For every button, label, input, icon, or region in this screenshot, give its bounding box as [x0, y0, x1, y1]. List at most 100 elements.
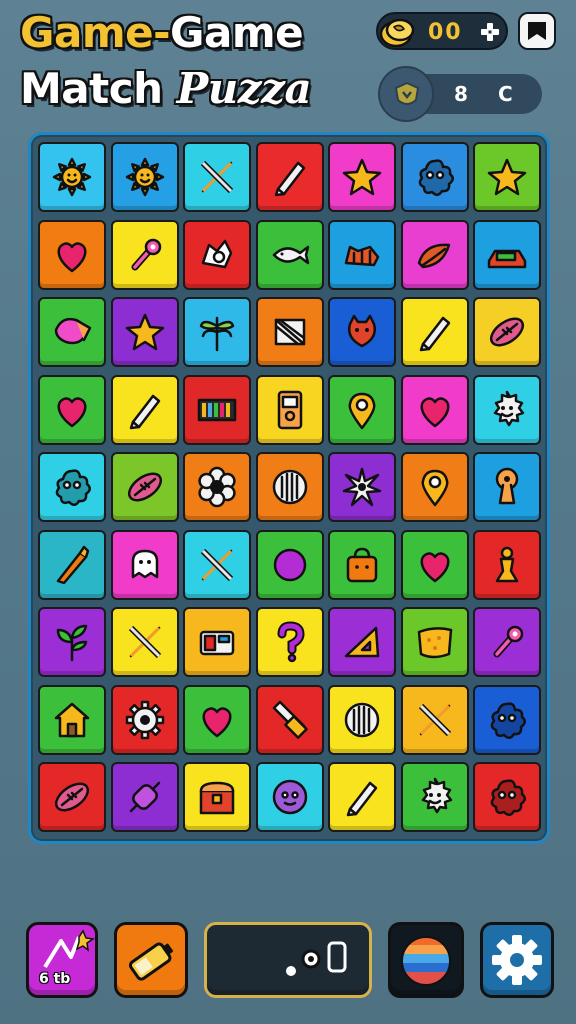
tile-radio[interactable]: [183, 607, 251, 677]
tile-candy[interactable]: [110, 762, 179, 832]
cross-tools-icon: [418, 703, 451, 736]
tile-car[interactable]: [473, 219, 541, 290]
tile-star[interactable]: [473, 142, 541, 212]
star-icon: [342, 158, 382, 196]
tile-house[interactable]: [38, 684, 106, 755]
wrench-icon: [493, 625, 524, 658]
tile-cat[interactable]: [328, 297, 396, 367]
plus-icon[interactable]: [478, 20, 502, 44]
tile-blob[interactable]: [473, 762, 541, 832]
grill-icon: [272, 469, 307, 505]
tile-leaf[interactable]: [400, 219, 469, 290]
dragon-icon: [201, 239, 233, 268]
heart-icon: [57, 396, 87, 427]
bars-icon: [197, 398, 237, 421]
planet-button[interactable]: [388, 922, 464, 998]
dots-icon: [286, 941, 347, 976]
tile-dragon[interactable]: [183, 219, 251, 290]
tile-grill[interactable]: [255, 452, 324, 522]
tile-keyhole[interactable]: [473, 452, 541, 522]
tile-chest[interactable]: [183, 762, 251, 832]
tile-gear[interactable]: [110, 684, 179, 755]
tile-triangle[interactable]: [328, 607, 396, 677]
leaf-icon: [417, 243, 450, 268]
cross-tools-icon: [128, 625, 161, 659]
tile-knife[interactable]: [255, 684, 324, 755]
football-icon: [54, 782, 90, 812]
sun-icon: [52, 157, 92, 197]
tile-shell[interactable]: [38, 297, 106, 367]
flag-button[interactable]: [518, 12, 556, 50]
combo-meter[interactable]: [204, 922, 372, 998]
tile-bars[interactable]: [183, 374, 251, 445]
tile-pin[interactable]: [328, 374, 396, 445]
tile-dog[interactable]: [328, 219, 396, 290]
tile-star[interactable]: [110, 297, 179, 367]
battery-button[interactable]: [114, 922, 188, 998]
tile-circle[interactable]: [255, 529, 324, 600]
tile-question[interactable]: [255, 607, 324, 677]
coin-counter[interactable]: 00: [376, 12, 508, 50]
tile-wrench[interactable]: [110, 219, 179, 290]
tile-star[interactable]: [328, 142, 396, 212]
tile-heart[interactable]: [38, 374, 106, 445]
heart-icon: [420, 551, 449, 582]
tile-grill[interactable]: [328, 684, 396, 755]
tile-cross-tools[interactable]: [110, 607, 179, 677]
triangle-icon: [344, 626, 380, 658]
puzzle-board: [28, 132, 550, 844]
heart-icon: [57, 241, 87, 272]
tile-heart[interactable]: [183, 684, 251, 755]
tile-pin[interactable]: [400, 452, 469, 522]
tile-gear-face[interactable]: [473, 374, 541, 445]
magic-wand-button[interactable]: 6 tb: [26, 922, 98, 998]
tile-football[interactable]: [38, 762, 106, 832]
tile-sponge[interactable]: [400, 607, 469, 677]
tile-football[interactable]: [110, 452, 179, 522]
title-word-1: Game-: [20, 8, 171, 57]
tile-sun[interactable]: [110, 142, 179, 212]
tile-box[interactable]: [255, 297, 324, 367]
plant-icon: [56, 624, 88, 662]
blob-icon: [418, 159, 454, 196]
settings-button[interactable]: [480, 922, 554, 998]
blob-icon: [490, 701, 526, 739]
tile-cross-tools[interactable]: [183, 142, 251, 212]
tile-football[interactable]: [473, 297, 541, 367]
ghost-icon: [131, 549, 158, 578]
tile-blob[interactable]: [473, 684, 541, 755]
tile-bag[interactable]: [328, 529, 396, 600]
tile-pencil[interactable]: [400, 297, 469, 367]
coin-count: 00: [428, 20, 463, 45]
tile-blob[interactable]: [400, 142, 469, 212]
gear-face-icon: [421, 777, 452, 814]
tile-heart[interactable]: [400, 529, 469, 600]
tile-cross-tools[interactable]: [183, 529, 251, 600]
tile-ghost[interactable]: [110, 529, 179, 600]
tile-heart[interactable]: [38, 219, 106, 290]
tile-face[interactable]: [255, 762, 324, 832]
tile-pencil[interactable]: [328, 762, 396, 832]
tile-pencil[interactable]: [110, 374, 179, 445]
tile-dragonfly[interactable]: [183, 297, 251, 367]
chest-icon: [199, 781, 235, 815]
planet-icon: [401, 936, 451, 986]
tile-pencil[interactable]: [255, 142, 324, 212]
tile-wrench[interactable]: [473, 607, 541, 677]
game-title-line2: Match Puzza: [20, 64, 312, 113]
tile-plant[interactable]: [38, 607, 106, 677]
tile-burst[interactable]: [328, 452, 396, 522]
bag-icon: [346, 547, 378, 582]
tile-chess[interactable]: [473, 529, 541, 600]
tile-crayon[interactable]: [38, 529, 106, 600]
tile-cross-tools[interactable]: [400, 684, 469, 755]
tile-gear-face[interactable]: [400, 762, 469, 832]
wand-count: 6 tb: [39, 971, 71, 987]
tile-phone[interactable]: [255, 374, 324, 445]
tile-sun[interactable]: [38, 142, 106, 212]
tile-flower[interactable]: [183, 452, 251, 522]
tile-heart[interactable]: [400, 374, 469, 445]
tile-fish[interactable]: [255, 219, 324, 290]
tile-blob[interactable]: [38, 452, 106, 522]
level-badge[interactable]: [378, 66, 434, 122]
